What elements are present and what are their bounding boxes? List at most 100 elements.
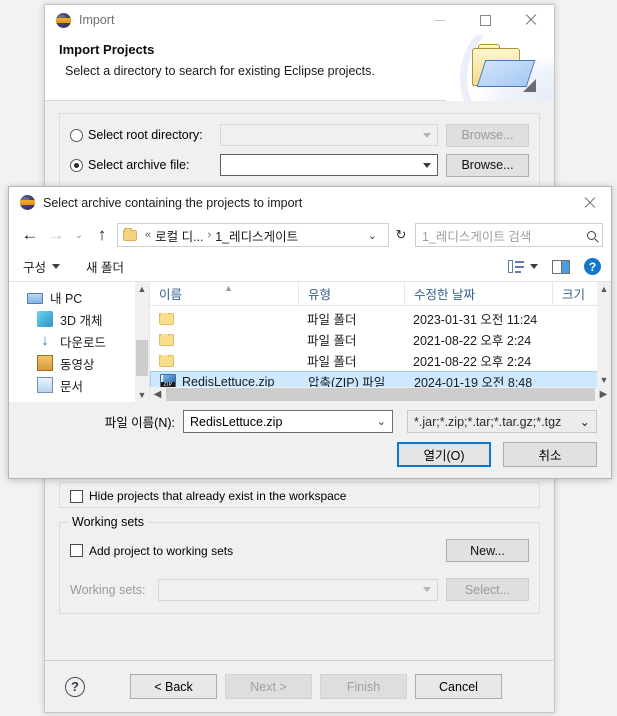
chevron-down-icon	[423, 587, 431, 592]
new-folder-button[interactable]: 새 폴더	[86, 257, 124, 276]
breadcrumb[interactable]: « 로컬 디... › 1_레디스게이트 ⌄	[117, 223, 389, 247]
scroll-up-icon[interactable]: ▲	[138, 282, 147, 296]
table-row[interactable]: 파일 폴더 2021-08-22 오후 2:24	[150, 329, 611, 350]
file-rows: 파일 폴더 2023-01-31 오전 11:24 파일 폴더 2021-08-…	[150, 306, 611, 392]
scrollbar-thumb[interactable]	[136, 340, 148, 376]
chevron-down-icon	[530, 264, 538, 269]
file-type-filter-combo[interactable]: *.jar;*.zip;*.tar;*.tar.gz;*.tgz ⌄	[407, 410, 597, 433]
help-icon[interactable]: ?	[65, 677, 85, 697]
view-mode-button[interactable]	[508, 260, 538, 273]
file-modified-cell: 2021-08-22 오후 2:24	[404, 351, 552, 370]
filename-input[interactable]: RedisLettuce.zip ⌄	[183, 410, 393, 433]
scroll-left-icon[interactable]: ◀	[150, 389, 165, 400]
scroll-down-icon[interactable]: ▼	[600, 373, 609, 387]
pc-icon	[27, 293, 43, 304]
finish-button: Finish	[320, 674, 407, 699]
preview-pane-icon[interactable]	[552, 260, 570, 274]
breadcrumb-current[interactable]: 1_레디스게이트	[215, 226, 298, 245]
folder-icon	[159, 313, 174, 325]
organize-menu[interactable]: 구성	[23, 257, 60, 276]
cancel-button[interactable]: Cancel	[415, 674, 502, 699]
root-directory-row: Select root directory: Browse...	[70, 124, 529, 146]
recent-locations-icon[interactable]: ⌄	[69, 222, 89, 248]
folder-icon	[159, 355, 174, 367]
working-sets-combo[interactable]	[158, 579, 438, 601]
root-directory-combo[interactable]	[220, 124, 438, 146]
column-header-name[interactable]: ▲ 이름	[150, 282, 298, 306]
scrollbar-track[interactable]	[597, 296, 611, 373]
sidebar-item-downloads[interactable]: ↓ 다운로드	[9, 330, 149, 352]
select-working-sets-button[interactable]: Select...	[446, 578, 529, 601]
scroll-right-icon[interactable]: ▶	[596, 389, 611, 400]
organize-label: 구성	[23, 257, 46, 276]
help-icon[interactable]: ?	[584, 258, 601, 275]
downloads-icon: ↓	[37, 333, 53, 349]
filename-label: 파일 이름(N):	[105, 412, 175, 431]
radio-select-archive-file[interactable]	[70, 159, 83, 172]
search-box[interactable]: 1_레디스게이트 검색	[415, 223, 603, 247]
table-row[interactable]: 파일 폴더 2023-01-31 오전 11:24	[150, 308, 611, 329]
file-type-cell: 파일 폴더	[298, 330, 404, 349]
folder-icon	[123, 230, 137, 241]
documents-icon	[37, 377, 53, 393]
chevron-down-icon	[423, 163, 431, 168]
sidebar-item-my-pc[interactable]: 내 PC	[9, 286, 149, 308]
back-button[interactable]: < Back	[130, 674, 217, 699]
search-icon	[587, 231, 596, 240]
refresh-icon[interactable]: ↻	[389, 223, 413, 247]
scroll-up-icon[interactable]: ▲	[600, 282, 609, 296]
table-row[interactable]: 파일 폴더 2021-08-22 오후 2:24	[150, 350, 611, 371]
view-list-icon	[508, 260, 524, 273]
open-button[interactable]: 열기(O)	[397, 442, 491, 467]
sort-ascending-icon: ▲	[224, 283, 233, 293]
close-button[interactable]	[508, 5, 554, 35]
file-picker-close-button[interactable]	[569, 187, 611, 218]
archive-file-browse-button[interactable]: Browse...	[446, 154, 529, 177]
working-sets-group-label: Working sets	[68, 515, 148, 529]
file-picker-main: 내 PC 3D 개체 ↓ 다운로드 동영상 문서	[9, 282, 611, 402]
root-directory-browse-button[interactable]: Browse...	[446, 124, 529, 147]
file-picker-titlebar: Select archive containing the projects t…	[9, 187, 611, 218]
file-list-horizontal-scrollbar[interactable]: ◀ ▶	[150, 387, 611, 402]
scrollbar-track[interactable]	[135, 296, 149, 388]
file-list-header: ▲ 이름 유형 수정한 날짜 크기	[150, 282, 611, 306]
column-header-type[interactable]: 유형	[298, 282, 404, 306]
maximize-button[interactable]	[462, 5, 508, 35]
sidebar-item-3d-objects[interactable]: 3D 개체	[9, 308, 149, 330]
chevron-down-icon	[423, 133, 431, 138]
minimize-button[interactable]	[416, 5, 462, 35]
cancel-button[interactable]: 취소	[503, 442, 597, 467]
eclipse-icon	[20, 195, 35, 210]
navigation-bar: ← → ⌄ ↑ « 로컬 디... › 1_레디스게이트 ⌄ ↻ 1_레디스게이…	[9, 218, 611, 252]
chevron-down-icon[interactable]: ⌄	[580, 414, 590, 429]
sidebar-item-documents[interactable]: 문서	[9, 374, 149, 396]
back-navigation-icon[interactable]: ←	[17, 222, 43, 248]
sidebar-item-label: 다운로드	[60, 332, 106, 351]
filter-value: *.jar;*.zip;*.tar;*.tar.gz;*.tgz	[414, 415, 561, 429]
chevron-down-icon[interactable]: ⌄	[377, 415, 386, 428]
sidebar-item-label: 3D 개체	[60, 310, 102, 329]
scrollbar-thumb[interactable]	[166, 388, 595, 401]
file-name-cell	[150, 355, 298, 367]
file-modified-cell: 2023-01-31 오전 11:24	[404, 309, 552, 328]
scroll-down-icon[interactable]: ▼	[138, 388, 147, 402]
sidebar-scrollbar[interactable]: ▲ ▼	[135, 282, 149, 402]
archive-file-row: Select archive file: Browse...	[70, 154, 529, 176]
file-list-vertical-scrollbar[interactable]: ▲ ▼	[597, 282, 611, 387]
new-working-set-button[interactable]: New...	[446, 539, 529, 562]
filename-row: 파일 이름(N): RedisLettuce.zip ⌄ *.jar;*.zip…	[23, 410, 597, 433]
archive-file-combo[interactable]	[220, 154, 438, 176]
column-header-modified[interactable]: 수정한 날짜	[404, 282, 552, 306]
breadcrumb-parent[interactable]: 로컬 디...	[155, 226, 203, 245]
file-picker-buttons: 열기(O) 취소	[23, 442, 597, 467]
up-navigation-icon[interactable]: ↑	[89, 222, 115, 248]
close-icon	[525, 14, 537, 26]
root-directory-label: Select root directory:	[88, 128, 220, 142]
sidebar-item-videos[interactable]: 동영상	[9, 352, 149, 374]
hide-existing-checkbox[interactable]	[70, 490, 83, 503]
file-picker-bottom: 파일 이름(N): RedisLettuce.zip ⌄ *.jar;*.zip…	[9, 402, 611, 467]
add-to-working-sets-checkbox[interactable]	[70, 544, 83, 557]
radio-select-root-directory[interactable]	[70, 129, 83, 142]
folder-icon	[159, 334, 174, 346]
chevron-down-icon[interactable]: ⌄	[364, 229, 384, 242]
